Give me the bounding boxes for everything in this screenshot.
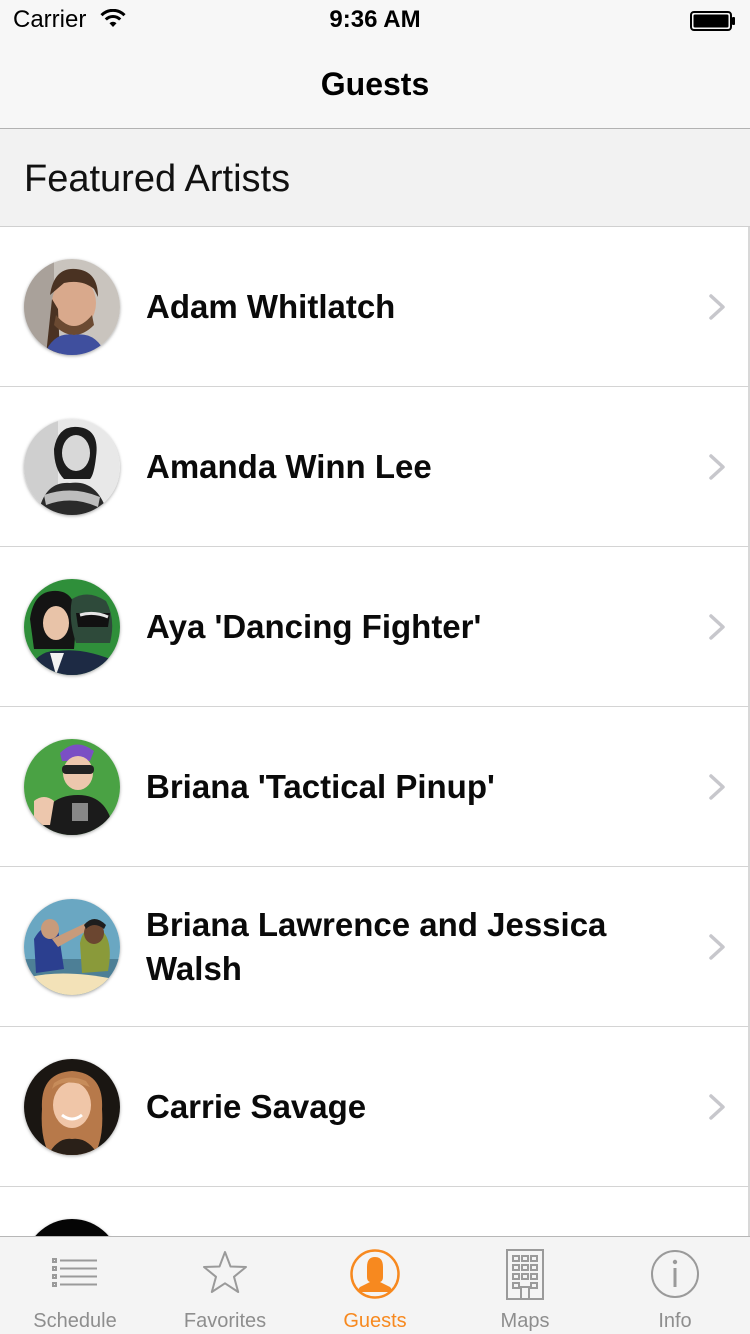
avatar [24, 1059, 120, 1155]
chevron-right-icon [708, 933, 726, 961]
star-icon [200, 1247, 250, 1301]
guest-name: Briana Lawrence and Jessica Walsh [146, 905, 607, 987]
avatar [24, 739, 120, 835]
tab-guests[interactable]: Guests [300, 1237, 450, 1334]
guests-screen: Carrier 9:36 AM Guests Featured Artists [0, 0, 750, 1334]
section-title: Featured Artists [24, 158, 291, 200]
guest-name: Briana 'Tactical Pinup' [146, 767, 495, 805]
tab-schedule[interactable]: Schedule [0, 1237, 150, 1334]
guest-row[interactable]: Adam Whitlatch [0, 227, 750, 387]
person-icon [350, 1247, 400, 1301]
tab-label: Schedule [33, 1310, 117, 1332]
avatar [24, 259, 120, 355]
guest-row[interactable]: Briana Lawrence and Jessica Walsh [0, 867, 750, 1027]
guest-row[interactable]: Briana 'Tactical Pinup' [0, 707, 750, 867]
status-bar: Carrier 9:36 AM [0, 0, 750, 40]
avatar [24, 419, 120, 515]
status-time: 9:36 AM [329, 6, 421, 33]
avatar [24, 579, 120, 675]
chevron-right-icon [708, 293, 726, 321]
chevron-right-icon [708, 613, 726, 641]
chevron-right-icon [708, 453, 726, 481]
guest-row[interactable]: Amanda Winn Lee [0, 387, 750, 547]
avatar [24, 899, 120, 995]
guest-list: Adam Whitlatch Amanda Winn Lee Aya 'Danc… [0, 227, 750, 1315]
tab-bar: Schedule Favorites Guests Maps Info [0, 1236, 750, 1334]
chevron-right-icon [708, 1093, 726, 1121]
tab-label: Maps [500, 1310, 550, 1332]
tab-maps[interactable]: Maps [450, 1237, 600, 1334]
battery-icon [690, 11, 736, 31]
guest-name: Amanda Winn Lee [146, 447, 432, 485]
guest-row[interactable]: Carrie Savage [0, 1027, 750, 1187]
tab-label: Info [658, 1310, 692, 1332]
guest-name: Adam Whitlatch [146, 287, 396, 325]
tab-info[interactable]: Info [600, 1237, 750, 1334]
page-title: Guests [320, 66, 430, 102]
guest-name: Aya 'Dancing Fighter' [146, 607, 482, 645]
tab-label: Favorites [183, 1310, 267, 1332]
info-icon [650, 1247, 700, 1301]
tab-label: Guests [343, 1310, 407, 1332]
chevron-right-icon [708, 773, 726, 801]
list-icon [50, 1247, 100, 1301]
building-icon [500, 1247, 550, 1301]
navigation-bar: Guests [0, 40, 750, 129]
guest-name: Carrie Savage [146, 1087, 367, 1125]
guest-row[interactable]: Aya 'Dancing Fighter' [0, 547, 750, 707]
tab-favorites[interactable]: Favorites [150, 1237, 300, 1334]
section-header: Featured Artists [0, 129, 750, 227]
